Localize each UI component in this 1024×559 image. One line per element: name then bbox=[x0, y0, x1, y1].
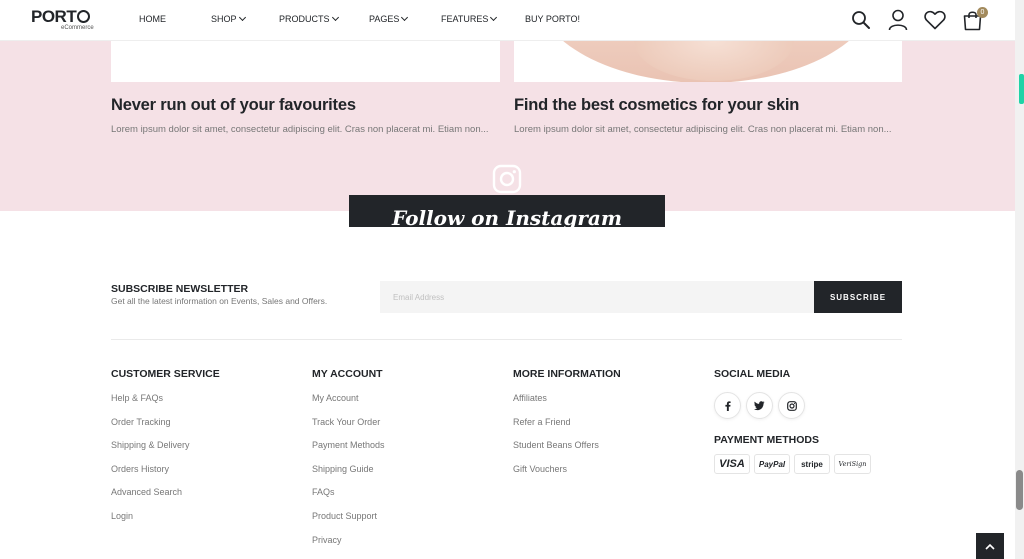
post-title[interactable]: Never run out of your favourites bbox=[111, 96, 356, 115]
logo[interactable]: PORT eCommerce bbox=[31, 7, 94, 32]
post-image[interactable] bbox=[111, 41, 500, 82]
nav-shop[interactable]: SHOP bbox=[211, 13, 279, 24]
footer-link[interactable]: Privacy bbox=[312, 534, 502, 558]
page: PORT eCommerce HOME SHOP PRODUCTS PAGES … bbox=[0, 0, 1024, 559]
post-excerpt: Lorem ipsum dolor sit amet, consectetur … bbox=[111, 124, 489, 135]
user-icon[interactable] bbox=[886, 8, 910, 32]
newsletter-title: SUBSCRIBE NEWSLETTER bbox=[111, 283, 249, 295]
chevron-down-icon bbox=[401, 13, 409, 22]
scroll-to-top-button[interactable] bbox=[976, 533, 1004, 559]
footer-link[interactable]: Advanced Search bbox=[111, 486, 301, 510]
cart-count-badge: 0 bbox=[977, 7, 988, 18]
email-field[interactable] bbox=[380, 281, 814, 313]
footer-link[interactable]: Gift Vouchers bbox=[513, 463, 703, 487]
post-title[interactable]: Find the best cosmetics for your skin bbox=[514, 96, 799, 115]
instagram-title: Follow on Instagram bbox=[392, 206, 622, 227]
footer-link[interactable]: FAQs bbox=[312, 486, 502, 510]
post-image[interactable] bbox=[514, 41, 902, 82]
instagram-icon[interactable] bbox=[778, 392, 805, 419]
scrollbar-thumb[interactable] bbox=[1016, 470, 1023, 510]
footer-divider bbox=[111, 339, 902, 340]
paypal-icon: PayPal bbox=[754, 454, 790, 474]
instagram-banner[interactable]: Follow on Instagram bbox=[349, 195, 665, 227]
logo-text: PORT bbox=[31, 7, 77, 26]
main-nav: HOME SHOP PRODUCTS PAGES FEATURES BUY PO… bbox=[139, 13, 580, 24]
footer-col-social: SOCIAL MEDIA PAYMENT METHODS VISA PayPal… bbox=[714, 368, 904, 474]
visa-icon: VISA bbox=[714, 454, 750, 474]
footer-link[interactable]: Help & FAQs bbox=[111, 392, 301, 416]
column-title: MY ACCOUNT bbox=[312, 368, 383, 380]
payment-methods-title: PAYMENT METHODS bbox=[714, 434, 820, 446]
nav-features[interactable]: FEATURES bbox=[441, 13, 525, 24]
footer-col-customer-service: CUSTOMER SERVICE Help & FAQs Order Track… bbox=[111, 368, 301, 534]
footer-link[interactable]: Login bbox=[111, 510, 301, 534]
nav-home[interactable]: HOME bbox=[139, 14, 211, 24]
footer-link[interactable]: Refer a Friend bbox=[513, 416, 703, 440]
cart-icon[interactable]: 0 bbox=[960, 7, 988, 32]
side-tab[interactable] bbox=[1019, 74, 1024, 104]
footer-link[interactable]: Student Beans Offers bbox=[513, 439, 703, 463]
verisign-icon: VeriSign bbox=[834, 454, 871, 474]
footer-col-more-information: MORE INFORMATION Affiliates Refer a Frie… bbox=[513, 368, 703, 486]
subscribe-button[interactable]: SUBSCRIBE bbox=[814, 281, 902, 313]
column-title: MORE INFORMATION bbox=[513, 368, 621, 380]
chevron-down-icon bbox=[490, 13, 498, 22]
footer-link[interactable]: Affiliates bbox=[513, 392, 703, 416]
facebook-icon[interactable] bbox=[714, 392, 741, 419]
footer-link[interactable]: My Account bbox=[312, 392, 502, 416]
footer-link[interactable]: Order Tracking bbox=[111, 416, 301, 440]
footer-col-my-account: MY ACCOUNT My Account Track Your Order P… bbox=[312, 368, 502, 557]
search-icon[interactable] bbox=[849, 8, 873, 32]
post-excerpt: Lorem ipsum dolor sit amet, consectetur … bbox=[514, 124, 892, 135]
footer-link[interactable]: Shipping & Delivery bbox=[111, 439, 301, 463]
social-links bbox=[714, 392, 904, 419]
twitter-icon[interactable] bbox=[746, 392, 773, 419]
footer-link[interactable]: Product Support bbox=[312, 510, 502, 534]
chevron-down-icon bbox=[331, 13, 339, 22]
site-header: PORT eCommerce HOME SHOP PRODUCTS PAGES … bbox=[0, 0, 1015, 41]
heart-icon[interactable] bbox=[923, 8, 947, 32]
payment-methods: VISA PayPal stripe VeriSign bbox=[714, 454, 904, 474]
footer-link[interactable]: Orders History bbox=[111, 463, 301, 487]
column-title: CUSTOMER SERVICE bbox=[111, 368, 220, 380]
stripe-icon: stripe bbox=[794, 454, 830, 474]
chevron-down-icon bbox=[238, 13, 246, 22]
footer-link[interactable]: Track Your Order bbox=[312, 416, 502, 440]
nav-products[interactable]: PRODUCTS bbox=[279, 13, 369, 24]
nav-pages[interactable]: PAGES bbox=[369, 13, 441, 24]
newsletter-subtitle: Get all the latest information on Events… bbox=[111, 296, 328, 306]
logo-subtitle: eCommerce bbox=[61, 25, 94, 31]
nav-buy-porto[interactable]: BUY PORTO! bbox=[525, 14, 580, 24]
footer-link[interactable]: Shipping Guide bbox=[312, 463, 502, 487]
logo-ring bbox=[77, 10, 91, 23]
instagram-icon bbox=[492, 164, 522, 194]
footer-link[interactable]: Payment Methods bbox=[312, 439, 502, 463]
column-title: SOCIAL MEDIA bbox=[714, 368, 791, 380]
chevron-up-icon bbox=[985, 543, 995, 550]
header-actions: 0 bbox=[849, 7, 997, 32]
